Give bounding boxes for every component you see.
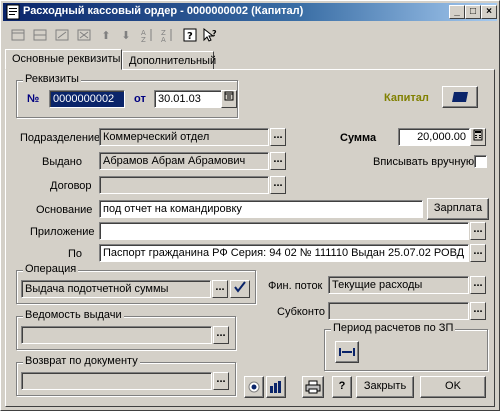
issued-label: Выдано	[42, 156, 82, 168]
firm-label: Капитал	[384, 92, 429, 104]
flag-icon	[452, 92, 468, 102]
statement-group: Ведомость выдачи ...	[16, 309, 236, 350]
basis-label: Основание	[36, 204, 93, 216]
sort-asc-icon[interactable]: AZ	[139, 27, 157, 43]
maximize-button[interactable]: □	[465, 5, 481, 19]
tab-panel: Реквизиты № 0000000002 от 30.01.03 Капит…	[5, 69, 495, 407]
calendar-button[interactable]	[221, 90, 237, 108]
calendar-icon	[224, 91, 234, 101]
ok-button[interactable]: OK	[420, 376, 486, 398]
return-doc-group: Возврат по документу ...	[16, 355, 236, 396]
requisites-group-label: Реквизиты	[23, 73, 81, 85]
report-button[interactable]	[266, 376, 286, 398]
svg-text:?: ?	[212, 29, 217, 38]
firm-select-button[interactable]	[442, 86, 478, 108]
fin-flow-lookup-button[interactable]: ...	[470, 276, 486, 294]
attachment-label: Приложение	[30, 226, 95, 238]
attachment-field[interactable]	[99, 222, 469, 240]
document-window: Расходный кассовый ордер - 0000000002 (К…	[0, 0, 500, 411]
issued-field[interactable]: Абрамов Абрам Абрамович	[99, 152, 269, 170]
by-lookup-button[interactable]: ...	[470, 244, 486, 262]
help-button[interactable]: ?	[332, 376, 352, 398]
issued-lookup-button[interactable]: ...	[270, 152, 286, 170]
print-button[interactable]	[302, 376, 324, 398]
statement-group-label: Ведомость выдачи	[23, 309, 124, 321]
range-arrows-icon	[339, 348, 355, 356]
chart-report-icon	[270, 381, 281, 393]
manual-entry-label: Вписывать вручную	[373, 156, 475, 168]
sum-field[interactable]: 20,000.00	[398, 128, 470, 146]
delete-row-icon[interactable]	[75, 27, 93, 43]
toolbar: ⬆ ⬇ AZ ZA ? ?	[5, 25, 245, 45]
period-group: Период расчетов по ЗП	[324, 322, 488, 371]
contract-lookup-button[interactable]: ...	[270, 176, 286, 194]
subconto-lookup-button[interactable]: ...	[470, 302, 486, 320]
basis-field[interactable]: под отчет на командировку	[99, 200, 423, 218]
return-doc-field[interactable]	[21, 372, 212, 390]
salary-button[interactable]: Зарплата	[427, 198, 489, 220]
statement-field[interactable]	[21, 326, 212, 344]
fin-flow-field[interactable]: Текущие расходы	[328, 276, 469, 294]
document-icon	[6, 4, 20, 20]
tab-additional[interactable]: Дополнительный	[122, 51, 216, 70]
printer-icon	[305, 380, 321, 394]
by-field[interactable]: Паспорт гражданина РФ Серия: 94 02 № 111…	[99, 244, 469, 262]
period-group-label: Период расчетов по ЗП	[331, 322, 456, 334]
by-label: По	[68, 248, 83, 260]
svg-text:?: ?	[187, 31, 193, 42]
operation-confirm-button[interactable]	[230, 280, 250, 298]
edit-row-icon[interactable]	[53, 27, 71, 43]
checkmark-icon	[234, 281, 246, 293]
new-row-icon[interactable]	[9, 27, 27, 43]
help-icon[interactable]: ?	[181, 27, 199, 43]
minimize-button[interactable]: _	[449, 5, 465, 19]
radio-mode-button[interactable]	[244, 376, 264, 398]
return-doc-lookup-button[interactable]: ...	[213, 372, 229, 390]
number-field[interactable]: 0000000002	[49, 90, 125, 108]
svg-text:A: A	[161, 36, 166, 42]
title-bar[interactable]: Расходный кассовый ордер - 0000000002 (К…	[3, 3, 497, 21]
manual-entry-checkbox[interactable]	[474, 155, 487, 168]
window-title: Расходный кассовый ордер - 0000000002 (К…	[23, 5, 304, 17]
fin-flow-label: Фин. поток	[268, 280, 323, 292]
move-up-icon[interactable]: ⬆	[97, 27, 115, 43]
date-label: от	[134, 93, 146, 105]
department-lookup-button[interactable]: ...	[270, 128, 286, 146]
move-down-icon[interactable]: ⬇	[117, 27, 135, 43]
svg-text:Z: Z	[141, 36, 146, 42]
department-field[interactable]: Коммерческий отдел	[99, 128, 269, 146]
tab-main-requisites[interactable]: Основные реквизиты	[5, 49, 122, 70]
radio-icon	[248, 381, 260, 393]
operation-lookup-button[interactable]: ...	[212, 280, 228, 298]
copy-row-icon[interactable]	[31, 27, 49, 43]
operation-group: Операция Выдача подотчетной суммы ...	[16, 263, 256, 304]
sort-desc-icon[interactable]: ZA	[159, 27, 177, 43]
operation-group-label: Операция	[23, 263, 79, 275]
number-label: №	[27, 93, 40, 105]
department-label: Подразделение	[20, 132, 101, 144]
date-field[interactable]: 30.01.03	[154, 90, 222, 108]
calculator-icon	[473, 129, 483, 141]
subconto-field[interactable]	[328, 302, 469, 320]
return-doc-group-label: Возврат по документу	[23, 355, 140, 367]
close-form-button[interactable]: Закрыть	[356, 376, 414, 398]
requisites-group: Реквизиты № 0000000002 от 30.01.03	[16, 73, 238, 118]
subconto-label: Субконто	[277, 306, 326, 318]
statement-lookup-button[interactable]: ...	[213, 326, 229, 344]
sum-label: Сумма	[340, 132, 377, 144]
contract-field[interactable]	[99, 176, 269, 194]
attachment-lookup-button[interactable]: ...	[470, 222, 486, 240]
period-select-button[interactable]	[335, 341, 359, 363]
close-button[interactable]: ×	[481, 5, 497, 19]
operation-field[interactable]: Выдача подотчетной суммы	[21, 280, 211, 298]
context-help-icon[interactable]: ?	[201, 27, 219, 43]
contract-label: Договор	[50, 180, 92, 192]
calculator-button[interactable]	[470, 128, 486, 146]
